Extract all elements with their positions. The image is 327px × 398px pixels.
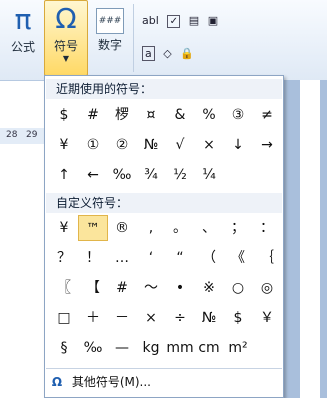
ruler-mark: 29 xyxy=(26,130,38,140)
symbol-cell[interactable]: ¾ xyxy=(136,162,166,188)
symbol-cell[interactable]: ￥ xyxy=(252,305,282,331)
symbol-cell[interactable]: 。 xyxy=(165,215,195,241)
symbol-cell[interactable]: □ xyxy=(49,305,79,331)
symbol-cell[interactable]: 、 xyxy=(194,215,224,241)
symbol-cell[interactable]: , xyxy=(136,215,166,241)
symbol-cell[interactable]: ！ xyxy=(78,245,108,271)
symbol-cell[interactable]: 椤 xyxy=(107,102,137,128)
symbol-cell[interactable]: № xyxy=(136,132,166,158)
picture-control-icon[interactable]: ▣ xyxy=(208,14,218,27)
lock-icon[interactable]: 🔒 xyxy=(180,47,194,60)
symbol-cell[interactable]: ① xyxy=(78,132,108,158)
more-symbols-label: 其他符号(M)... xyxy=(71,375,151,389)
symbol-cell[interactable]: － xyxy=(107,305,137,331)
symbol-cell[interactable]: ¼ xyxy=(194,162,224,188)
checkbox-icon[interactable]: ✓ xyxy=(167,15,181,28)
symbol-cell[interactable]: … xyxy=(107,245,137,271)
symbol-cell[interactable]: ？ xyxy=(49,245,79,271)
symbol-cell[interactable]: cm xyxy=(194,335,224,361)
formula-button[interactable]: π 公式 xyxy=(6,2,40,55)
ribbon-small-row-1: abl ✓ ▤ ▣ xyxy=(142,14,223,28)
number-icon: ### xyxy=(96,8,124,34)
symbol-cell[interactable]: ↓ xyxy=(223,132,253,158)
symbol-cell[interactable]: ½ xyxy=(165,162,195,188)
symbol-cell[interactable]: mm xyxy=(165,335,195,361)
symbol-cell[interactable]: ： xyxy=(252,215,282,241)
horizontal-ruler: 28 29 xyxy=(0,128,48,145)
omega-icon: Ω xyxy=(55,2,77,35)
document-page-edge xyxy=(300,80,320,398)
symbol-cell[interactable]: m² xyxy=(223,335,253,361)
symbol-cell[interactable]: ™ xyxy=(78,215,108,241)
symbol-cell[interactable]: ； xyxy=(223,215,253,241)
symbol-cell[interactable]: ‰ xyxy=(78,335,108,361)
symbol-cell[interactable]: ③ xyxy=(223,102,253,128)
symbol-cell[interactable]: ② xyxy=(107,132,137,158)
symbol-cell[interactable]: $ xyxy=(49,102,79,128)
symbol-cell[interactable]: & xyxy=(165,102,195,128)
dropdown-arrow-icon: ▼ xyxy=(62,54,70,63)
form-field-icon[interactable]: ▤ xyxy=(189,14,199,27)
symbol-label: 符号 xyxy=(53,39,78,53)
symbol-cell[interactable]: （ xyxy=(194,245,224,271)
symbol-cell[interactable]: ◎ xyxy=(252,275,282,301)
text-control-icon[interactable]: a xyxy=(142,46,155,61)
ruler-mark: 28 xyxy=(6,130,18,140)
formula-label: 公式 xyxy=(10,40,35,54)
symbol-cell[interactable]: × xyxy=(136,305,166,331)
symbol-cell[interactable]: 《 xyxy=(223,245,253,271)
symbol-cell[interactable]: % xyxy=(194,102,224,128)
symbol-cell[interactable]: √ xyxy=(165,132,195,158)
ribbon-separator xyxy=(133,4,134,72)
symbol-cell[interactable]: ← xyxy=(78,162,108,188)
symbol-cell[interactable]: ≠ xyxy=(252,102,282,128)
symbol-cell[interactable]: ～ xyxy=(136,275,166,301)
more-symbols-item[interactable]: Ω 其他符号(M)... xyxy=(46,368,282,395)
symbol-cell[interactable]: § xyxy=(49,335,79,361)
pi-icon: π xyxy=(14,3,32,36)
symbol-cell[interactable]: • xyxy=(165,275,195,301)
symbol-cell[interactable]: ‘ xyxy=(136,245,166,271)
symbol-cell[interactable]: 【 xyxy=(78,275,108,301)
symbol-cell[interactable]: × xyxy=(194,132,224,158)
recent-symbols-title: 近期使用的符号： xyxy=(46,79,282,99)
omega-icon: Ω xyxy=(51,375,63,389)
symbol-cell[interactable]: ↑ xyxy=(49,162,79,188)
symbol-cell[interactable]: ＋ xyxy=(78,305,108,331)
symbol-cell[interactable]: $ xyxy=(223,305,253,331)
ribbon-small-row-2: a ◇ 🔒 xyxy=(142,46,199,61)
symbol-cell[interactable]: ÷ xyxy=(165,305,195,331)
symbol-dropdown: 近期使用的符号： $ # 椤 ¤ &% ③ ≠ ¥ ① ② № √ × ↓ → ↑ ← ‰ ¾ ½ ¼ 自定义符号： ¥… xyxy=(44,75,284,398)
symbol-cell[interactable]: — xyxy=(107,335,137,361)
number-button[interactable]: ### 数字 xyxy=(92,2,128,53)
symbol-button[interactable]: Ω 符号 ▼ xyxy=(44,0,88,76)
symbol-cell[interactable]: “ xyxy=(165,245,195,271)
symbol-cell[interactable]: ® xyxy=(107,215,137,241)
symbol-cell[interactable]: # xyxy=(107,275,137,301)
symbol-cell[interactable]: # xyxy=(78,102,108,128)
symbol-cell[interactable]: kg xyxy=(136,335,166,361)
symbol-cell[interactable]: № xyxy=(194,305,224,331)
symbol-cell[interactable]: ¥ xyxy=(49,215,79,241)
symbol-cell[interactable]: → xyxy=(252,132,282,158)
symbol-cell[interactable]: ｛ xyxy=(252,245,282,271)
symbol-cell[interactable]: ※ xyxy=(194,275,224,301)
custom-symbols-title: 自定义符号： xyxy=(46,193,282,213)
symbol-cell[interactable]: ¤ xyxy=(136,102,166,128)
ribbon: π 公式 Ω 符号 ▼ ### 数字 abl ✓ ▤ ▣ a ◇ 🔒 xyxy=(0,0,327,81)
symbol-cell[interactable]: ¥ xyxy=(49,132,79,158)
symbol-cell[interactable]: ○ xyxy=(223,275,253,301)
abl-label[interactable]: abl xyxy=(142,14,159,27)
symbol-cell[interactable]: 〖 xyxy=(49,275,79,301)
document-page[interactable] xyxy=(0,144,45,398)
symbol-cell[interactable]: ‰ xyxy=(107,162,137,188)
number-label: 数字 xyxy=(97,38,122,52)
eraser-icon[interactable]: ◇ xyxy=(163,47,171,60)
